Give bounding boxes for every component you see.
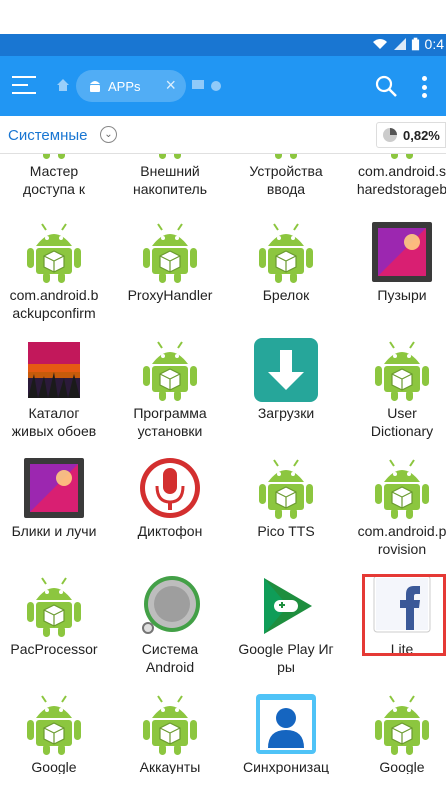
app-item[interactable]: Блики и лучи [0, 456, 110, 540]
top-blank [0, 0, 446, 34]
android-app-icon [254, 154, 318, 160]
wifi-icon [372, 39, 387, 49]
android-app-icon [254, 220, 318, 284]
app-label: com.android.s haredstorageb [356, 163, 446, 197]
app-label: Аккаунты [139, 759, 201, 774]
storage-pie-icon [383, 128, 397, 142]
tab-label: APPs [108, 78, 141, 94]
chevron-down-icon[interactable]: ⌄ [100, 126, 117, 143]
app-item[interactable]: User Dictionary [346, 338, 446, 440]
app-item[interactable]: Загрузки [230, 338, 342, 422]
app-item[interactable]: Устройства ввода [230, 154, 342, 198]
app-label: Синхронизац [242, 759, 329, 774]
tab-apps[interactable]: APPs × [76, 70, 186, 102]
android-app-icon [22, 220, 86, 284]
app-item[interactable]: com.android.s haredstorageb [346, 154, 446, 198]
app-label: com.android.p rovision [357, 523, 446, 557]
app-label: Система Android [141, 641, 199, 675]
app-label: Устройства ввода [249, 163, 323, 197]
app-grid: Мастер доступа к Внешний накопитель Устр… [0, 154, 446, 774]
path-bar: Системные ⌄ 0,82% [0, 116, 446, 154]
app-item[interactable]: Аккаунты [114, 692, 226, 774]
app-item[interactable]: ProxyHandler [114, 220, 226, 304]
storage-percent: 0,82% [403, 127, 440, 143]
app-item[interactable]: Мастер доступа к [0, 154, 110, 198]
android-app-icon [22, 154, 86, 160]
app-item[interactable]: com.android.p rovision [346, 456, 446, 558]
more-icon[interactable] [422, 76, 428, 98]
app-bar: APPs × [0, 56, 446, 116]
app-label: Загрузки [257, 405, 315, 421]
menu-icon[interactable] [12, 76, 36, 96]
facebook-app-icon [370, 574, 434, 638]
close-icon[interactable]: × [165, 75, 176, 96]
app-label: Программа установки [133, 405, 207, 439]
app-item[interactable]: Google Play Иг ры [230, 574, 342, 676]
app-item[interactable]: PacProcessor [0, 574, 110, 658]
section-title[interactable]: Системные [8, 127, 87, 144]
app-label: Блики и лучи [11, 523, 97, 539]
download-app-icon [254, 338, 318, 402]
search-icon[interactable] [374, 74, 398, 98]
app-label: Google [31, 759, 77, 774]
clock: 0:4 [424, 36, 444, 52]
system-app-icon [138, 574, 202, 638]
storage-indicator[interactable]: 0,82% [376, 122, 446, 148]
android-app-icon [254, 456, 318, 520]
android-app-icon [138, 220, 202, 284]
contacts-app-icon [254, 692, 318, 756]
tab-overflow[interactable] [192, 80, 222, 91]
app-label: com.android.b ackupconfirm [9, 287, 99, 321]
android-icon [90, 80, 100, 92]
battery-icon [411, 37, 419, 51]
app-label: Пузыри [377, 287, 427, 303]
android-app-icon [370, 692, 434, 756]
app-label: User Dictionary [370, 405, 434, 439]
app-label: Lite [390, 641, 414, 657]
app-label: PacProcessor [10, 641, 98, 657]
gallery-app-icon [370, 220, 434, 284]
app-label: Каталог живых обоев [11, 405, 97, 439]
app-label: Внешний накопитель [132, 163, 208, 197]
app-label: Диктофон [137, 523, 203, 539]
app-item[interactable]: Программа установки [114, 338, 226, 440]
cloud-icon [211, 81, 221, 91]
signal-icon [393, 38, 406, 50]
app-item[interactable]: Lite [346, 574, 446, 658]
app-item[interactable]: Система Android [114, 574, 226, 676]
android-app-icon [370, 154, 434, 160]
app-item[interactable]: Google [346, 692, 446, 774]
app-item[interactable]: Пузыри [346, 220, 446, 304]
android-app-icon [138, 692, 202, 756]
app-item[interactable]: Google [0, 692, 110, 774]
home-icon[interactable] [56, 78, 70, 92]
android-app-icon [370, 456, 434, 520]
app-item[interactable]: Диктофон [114, 456, 226, 540]
app-item[interactable]: com.android.b ackupconfirm [0, 220, 110, 322]
app-item[interactable]: Каталог живых обоев [0, 338, 110, 440]
android-app-icon [138, 154, 202, 160]
app-item[interactable]: Pico TTS [230, 456, 342, 540]
android-app-icon [22, 574, 86, 638]
app-label: ProxyHandler [127, 287, 213, 303]
wallpaper-app-icon [22, 338, 86, 402]
window-icon [192, 80, 204, 89]
app-label: Мастер доступа к [23, 163, 85, 197]
status-bar: 0:4 [0, 34, 446, 56]
app-label: Google [379, 759, 425, 774]
gallery-app-icon [22, 456, 86, 520]
app-label: Брелок [262, 287, 310, 303]
app-label: Google Play Иг ры [238, 641, 334, 675]
android-app-icon [22, 692, 86, 756]
android-app-icon [138, 338, 202, 402]
android-app-icon [370, 338, 434, 402]
playgames-app-icon [254, 574, 318, 638]
mic-app-icon [138, 456, 202, 520]
app-item[interactable]: Брелок [230, 220, 342, 304]
app-item[interactable]: Синхронизац [230, 692, 342, 774]
app-item[interactable]: Внешний накопитель [114, 154, 226, 198]
bottom-blank [0, 774, 446, 806]
app-label: Pico TTS [257, 523, 315, 539]
